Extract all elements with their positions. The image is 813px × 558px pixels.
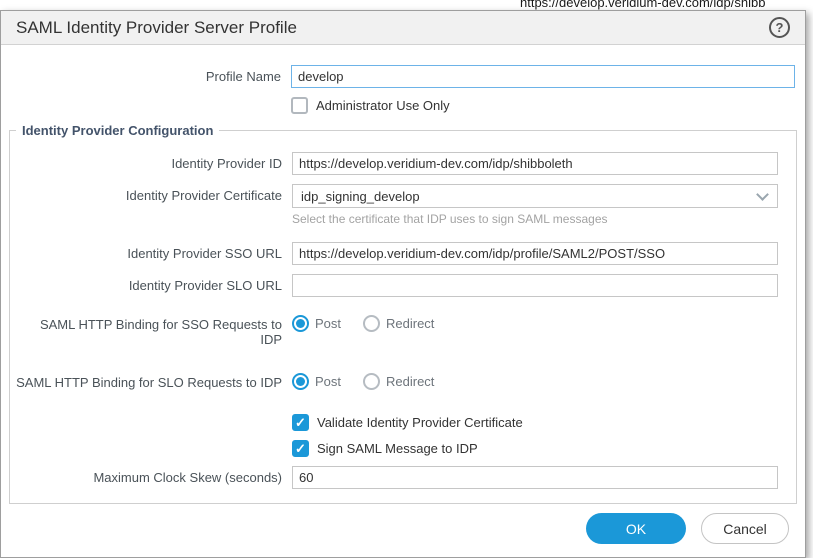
ok-button[interactable]: OK xyxy=(586,513,686,544)
sign-message-row: Sign SAML Message to IDP xyxy=(10,440,788,457)
clock-skew-row: Maximum Clock Skew (seconds) xyxy=(10,466,788,489)
idp-certificate-dropdown[interactable]: idp_signing_develop xyxy=(292,184,778,208)
sso-binding-label: SAML HTTP Binding for SSO Requests to ID… xyxy=(10,313,292,347)
sign-message-label: Sign SAML Message to IDP xyxy=(317,441,478,456)
idp-configuration-legend: Identity Provider Configuration xyxy=(16,123,219,138)
idp-id-label: Identity Provider ID xyxy=(10,152,292,171)
admin-only-row: Administrator Use Only xyxy=(1,97,805,114)
idp-id-input[interactable] xyxy=(292,152,778,175)
admin-only-label: Administrator Use Only xyxy=(316,98,450,113)
dialog-title: SAML Identity Provider Server Profile xyxy=(16,18,769,38)
profile-name-label: Profile Name xyxy=(1,65,291,84)
sso-url-label: Identity Provider SSO URL xyxy=(10,242,292,261)
sso-url-input[interactable] xyxy=(292,242,778,265)
slo-url-row: Identity Provider SLO URL xyxy=(10,274,788,297)
dialog-footer: OK Cancel xyxy=(586,513,789,544)
sso-binding-redirect-label: Redirect xyxy=(386,316,434,331)
slo-binding-post-label: Post xyxy=(315,374,341,389)
sso-binding-post-radio[interactable] xyxy=(292,315,309,332)
slo-url-input[interactable] xyxy=(292,274,778,297)
admin-only-checkbox[interactable] xyxy=(291,97,308,114)
slo-binding-redirect-radio[interactable] xyxy=(363,373,380,390)
dialog-form: Profile Name Administrator Use Only Iden… xyxy=(1,45,805,504)
sso-binding-redirect-radio[interactable] xyxy=(363,315,380,332)
validate-cert-row: Validate Identity Provider Certificate xyxy=(10,414,788,431)
page-background: https://develop.veridium-dev.com/idp/shi… xyxy=(0,0,813,10)
sso-binding-post-label: Post xyxy=(315,316,341,331)
idp-configuration-fieldset: Identity Provider Configuration Identity… xyxy=(9,123,797,504)
dialog-titlebar: SAML Identity Provider Server Profile ? xyxy=(1,11,805,45)
idp-certificate-row: Identity Provider Certificate idp_signin… xyxy=(10,184,788,242)
clock-skew-input[interactable] xyxy=(292,466,778,489)
sso-url-row: Identity Provider SSO URL xyxy=(10,242,788,265)
slo-binding-row: SAML HTTP Binding for SLO Requests to ID… xyxy=(10,371,788,390)
slo-binding-label: SAML HTTP Binding for SLO Requests to ID… xyxy=(10,371,292,390)
slo-url-label: Identity Provider SLO URL xyxy=(10,274,292,293)
slo-binding-post-radio[interactable] xyxy=(292,373,309,390)
background-url-text: https://develop.veridium-dev.com/idp/shi… xyxy=(520,0,765,10)
profile-name-input[interactable] xyxy=(291,65,795,88)
validate-cert-checkbox[interactable] xyxy=(292,414,309,431)
idp-certificate-helper-text: Select the certificate that IDP uses to … xyxy=(292,212,778,226)
sign-message-checkbox[interactable] xyxy=(292,440,309,457)
idp-id-row: Identity Provider ID xyxy=(10,152,788,175)
sso-binding-row: SAML HTTP Binding for SSO Requests to ID… xyxy=(10,313,788,347)
help-icon[interactable]: ? xyxy=(769,17,790,38)
clock-skew-label: Maximum Clock Skew (seconds) xyxy=(10,466,292,485)
validate-cert-label: Validate Identity Provider Certificate xyxy=(317,415,523,430)
chevron-down-icon xyxy=(756,188,769,201)
idp-certificate-value: idp_signing_develop xyxy=(301,189,420,204)
saml-idp-profile-dialog: SAML Identity Provider Server Profile ? … xyxy=(0,10,806,558)
idp-certificate-label: Identity Provider Certificate xyxy=(10,184,292,203)
profile-name-row: Profile Name xyxy=(1,65,805,88)
slo-binding-redirect-label: Redirect xyxy=(386,374,434,389)
cancel-button[interactable]: Cancel xyxy=(701,513,789,544)
